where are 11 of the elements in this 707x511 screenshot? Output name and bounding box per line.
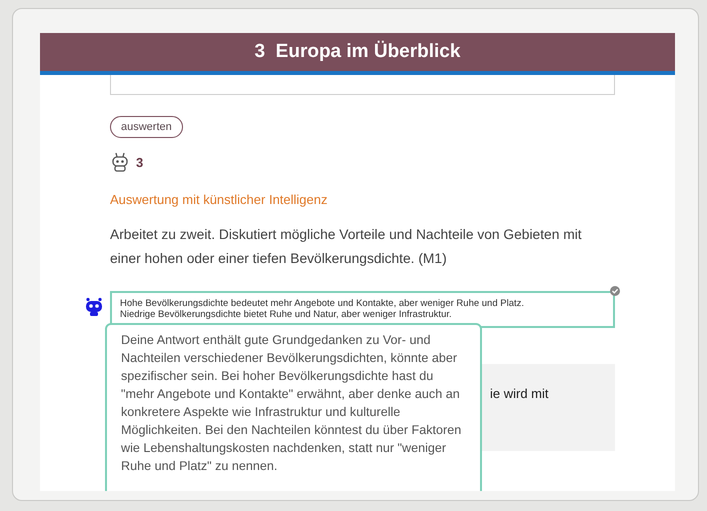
evaluate-button[interactable]: auswerten — [110, 116, 183, 138]
input-field[interactable] — [110, 75, 615, 95]
feedback-popup: Deine Antwort enthält gute Grundgedanken zu Vor- und Nachteilen verschiedener Bevölkerungsdichten, könnte aber spezifischer sein. Bei hoher Bevölkerungsdichte hast du "mehr Angebote und Kontakte" erwähnt, aber denke auch an konkretere Aspekte wie Infrastruktur und kulturelle Möglichkeiten. Bei den Nachteilen könntest du über Faktoren wie Lebenshaltungskosten nachdenken, statt nur "weniger Ruhe und Platz" zu nennen. — [105, 323, 482, 491]
ai-count: 3 — [136, 154, 144, 170]
task-text: Arbeitet zu zweit. Diskutiert mögliche Vorteile und Nachteile von Gebieten mit einer hohen oder einer tiefen Bevölkerungsdichte. (M1) — [110, 226, 583, 268]
ai-heading: Auswertung mit künstlicher Intelligenz — [110, 192, 328, 207]
check-icon — [610, 286, 620, 296]
chapter-header: 3 Europa im Überblick — [40, 33, 675, 75]
info-box: ie wird mit — [480, 364, 615, 451]
robot-icon — [84, 297, 104, 317]
robot-icon — [110, 152, 130, 172]
